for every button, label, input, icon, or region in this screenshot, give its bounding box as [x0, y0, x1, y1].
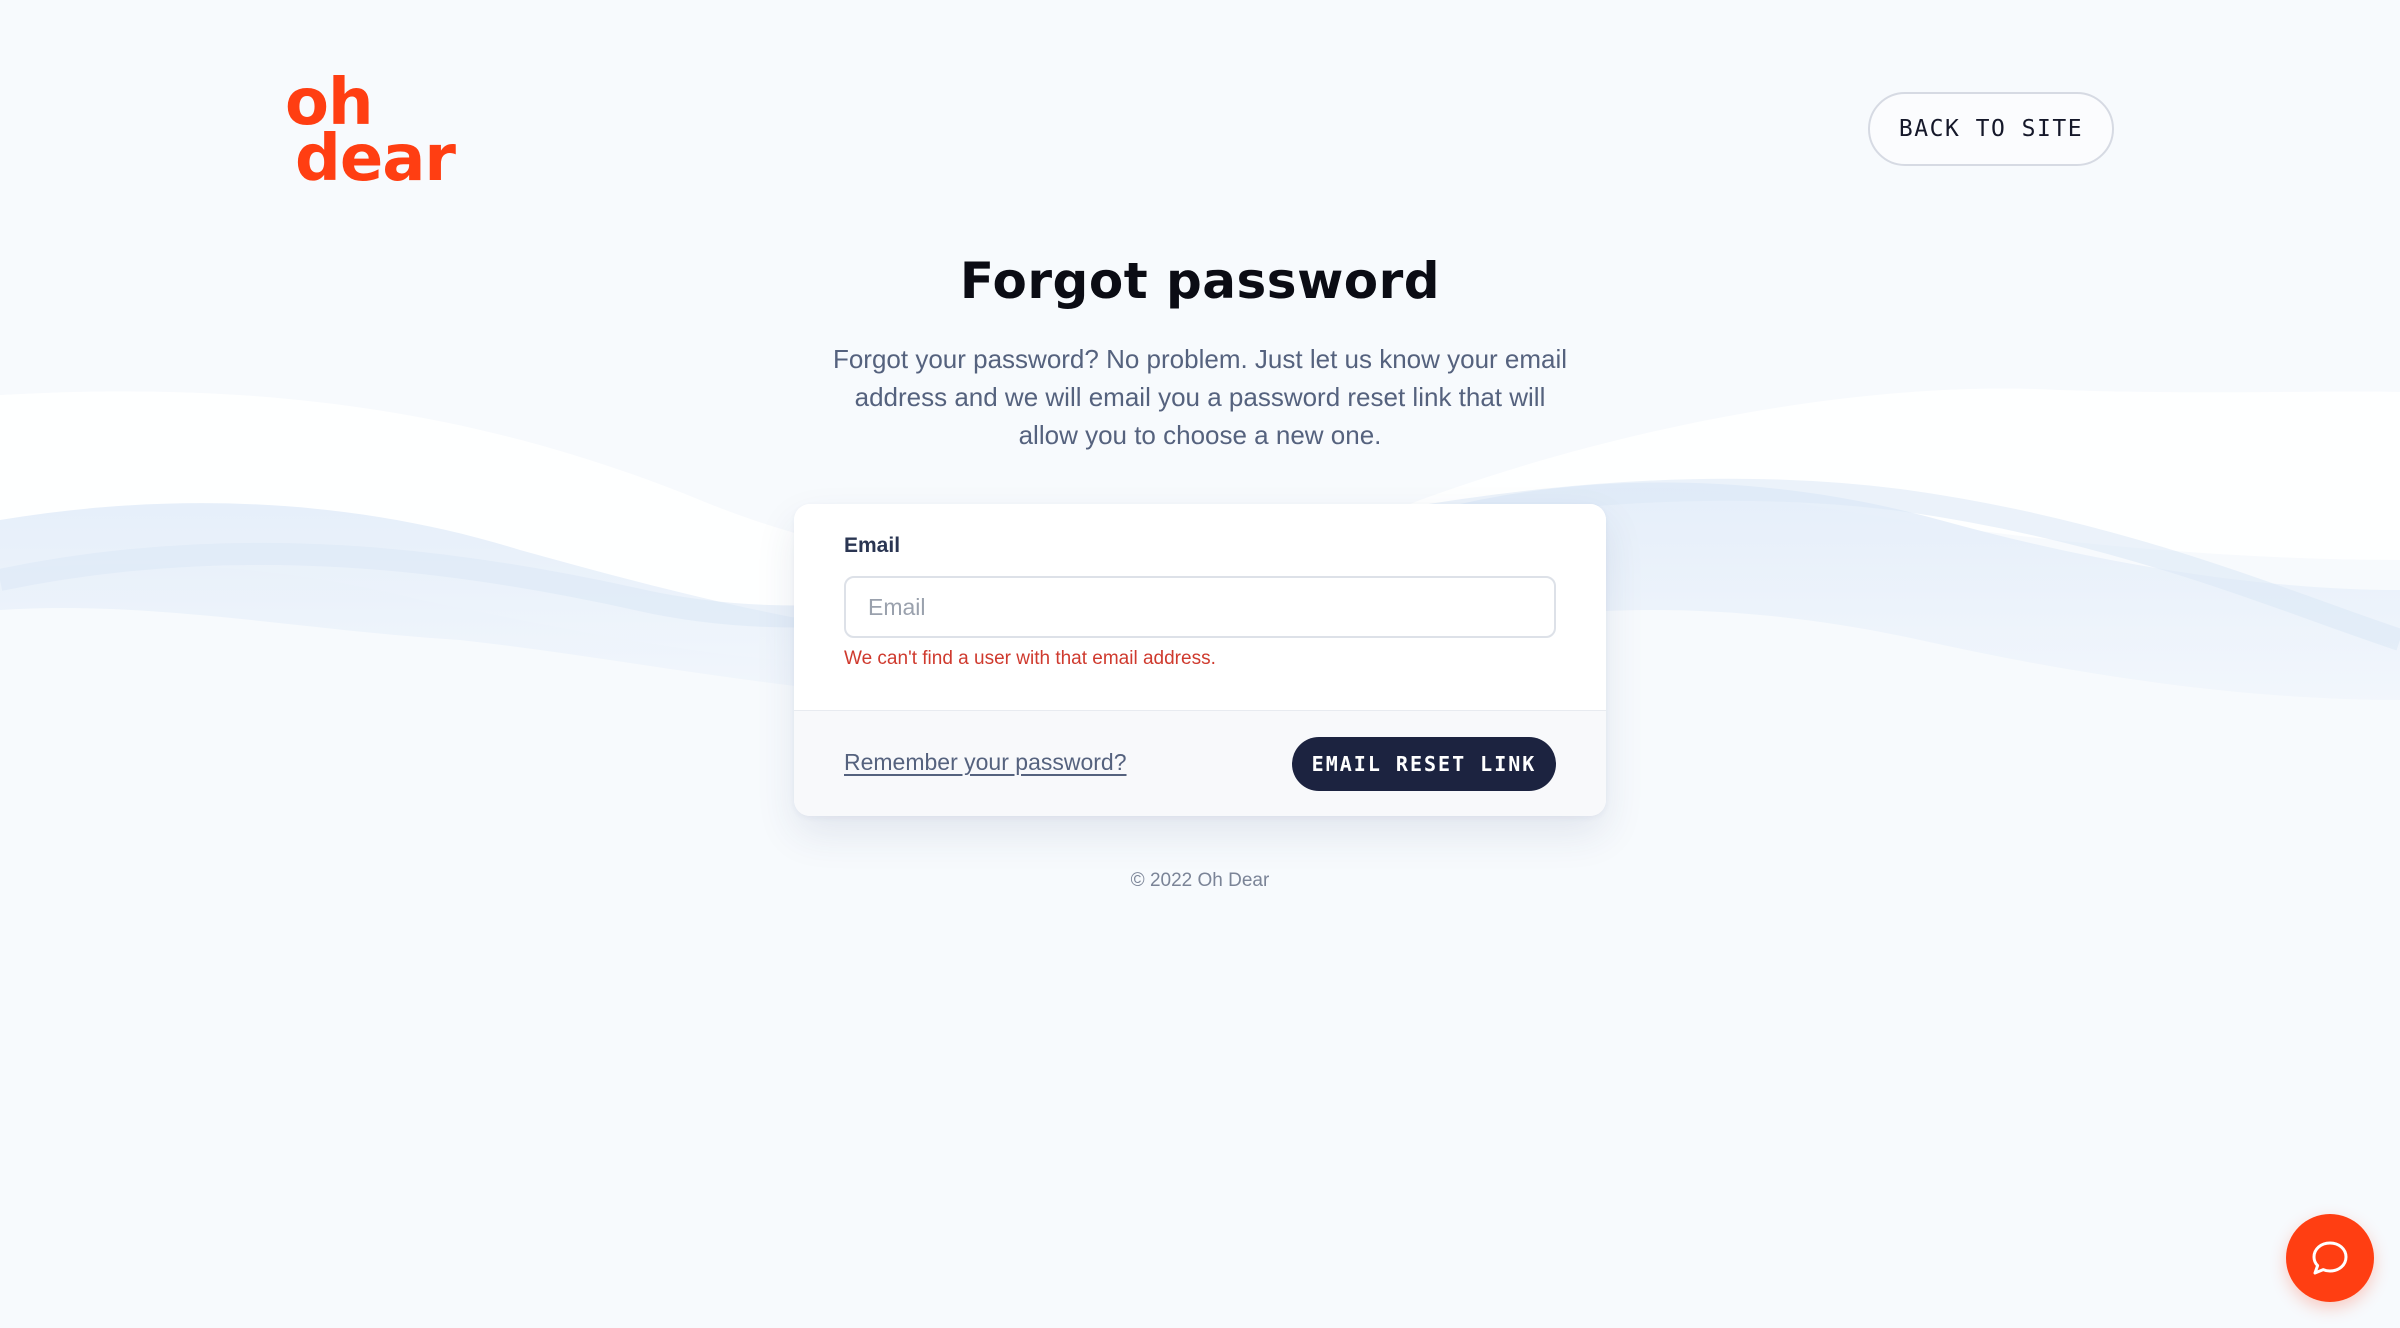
remember-password-link[interactable]: Remember your password?	[844, 749, 1127, 776]
reset-form-body: Email We can't find a user with that ema…	[794, 504, 1606, 710]
email-label: Email	[844, 534, 901, 557]
email-reset-link-button[interactable]: EMAIL RESET LINK	[1292, 737, 1556, 791]
logo-text-dear: dear	[295, 122, 456, 188]
chat-bubble-icon	[2312, 1241, 2348, 1275]
oh-dear-logo[interactable]: oh dear	[283, 72, 467, 188]
intro-text: Forgot your password? No problem. Just l…	[832, 344, 1568, 450]
forgot-password-page: oh dear BACK TO SITE Forgot password For…	[0, 0, 2400, 1328]
back-to-site-button[interactable]: BACK TO SITE	[1868, 92, 2114, 166]
reset-card: Email We can't find a user with that ema…	[794, 504, 1606, 816]
copyright-text: © 2022 Oh Dear	[1130, 870, 1270, 891]
email-error-message: We can't find a user with that email add…	[844, 648, 1216, 669]
reset-form-footer: Remember your password? EMAIL RESET LINK	[794, 710, 1606, 816]
chat-button[interactable]	[2286, 1214, 2374, 1302]
page-title: Forgot password	[959, 252, 1441, 310]
email-input[interactable]	[844, 576, 1556, 638]
